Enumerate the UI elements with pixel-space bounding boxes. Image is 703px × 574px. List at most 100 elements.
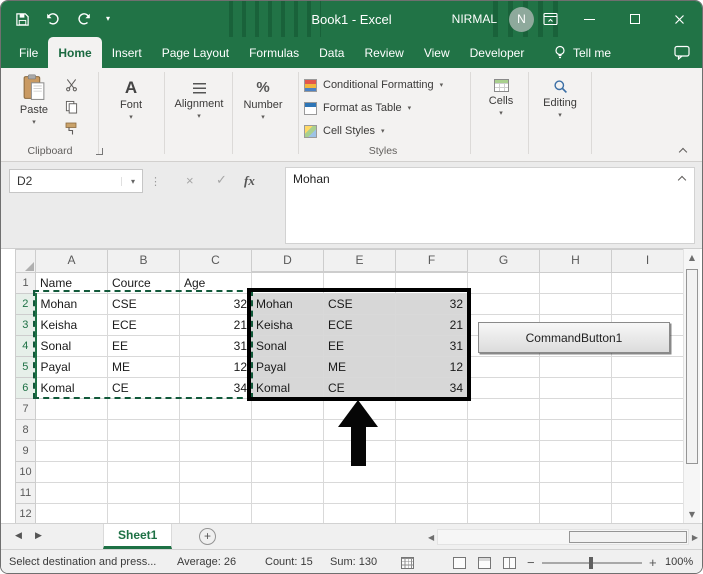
cell-D1[interactable] [251,271,324,294]
vertical-scrollbar-thumb[interactable] [686,269,698,464]
cell-A6[interactable]: Komal [35,376,108,399]
cell-C2[interactable]: 32 [179,292,252,315]
cell-F4[interactable]: 31 [395,334,468,357]
cell-B9[interactable] [107,439,180,462]
horizontal-scrollbar[interactable]: ◀ ▶ [428,529,698,545]
cell-E12[interactable] [323,502,396,523]
scroll-left-icon[interactable]: ◀ [428,533,434,542]
cell-H5[interactable] [539,355,612,378]
cell-H6[interactable] [539,376,612,399]
page-layout-view-icon[interactable] [478,557,491,569]
cell-D7[interactable] [251,397,324,420]
cell-D11[interactable] [251,481,324,504]
column-header-I[interactable]: I [611,249,684,273]
row-header-11[interactable]: 11 [15,481,36,504]
cell-A9[interactable] [35,439,108,462]
add-sheet-button[interactable]: + [199,528,216,545]
cell-D5[interactable]: Payal [251,355,324,378]
styles-button-cell-styles[interactable]: Cell Styles ▾ [304,121,443,141]
sheet-tab-sheet1[interactable]: Sheet1 [103,524,173,549]
row-header-1[interactable]: 1 [15,271,36,294]
maximize-button[interactable] [612,1,657,37]
cell-H12[interactable] [539,502,612,523]
font-menu-button[interactable]: A Font ▾ [105,79,157,121]
cell-I2[interactable] [611,292,684,315]
cell-B7[interactable] [107,397,180,420]
cell-C9[interactable] [179,439,252,462]
cell-I12[interactable] [611,502,684,523]
name-box[interactable]: D2 ▾ [9,169,143,193]
cell-I6[interactable] [611,376,684,399]
cell-D10[interactable] [251,460,324,483]
cell-C1[interactable]: Age [179,271,252,294]
cell-E3[interactable]: ECE [323,313,396,336]
cell-G1[interactable] [467,271,540,294]
cell-I10[interactable] [611,460,684,483]
cell-G7[interactable] [467,397,540,420]
row-header-2[interactable]: 2 [15,292,37,315]
cell-C6[interactable]: 34 [179,376,252,399]
tab-review[interactable]: Review [354,37,413,68]
cell-E5[interactable]: ME [323,355,396,378]
format-painter-button[interactable] [61,121,81,137]
clipboard-dialog-launcher[interactable] [96,148,103,155]
cell-B5[interactable]: ME [107,355,180,378]
column-header-C[interactable]: C [179,249,252,273]
tell-me-box[interactable]: Tell me [553,37,611,68]
formula-input[interactable]: Mohan [285,167,695,244]
tab-page-layout[interactable]: Page Layout [152,37,239,68]
cell-I5[interactable] [611,355,684,378]
page-break-view-icon[interactable] [503,557,516,569]
column-header-G[interactable]: G [467,249,540,273]
zoom-out-button[interactable]: − [527,555,535,570]
zoom-slider-thumb[interactable] [589,557,593,569]
cell-A1[interactable]: Name [35,271,108,294]
cell-I8[interactable] [611,418,684,441]
cell-B2[interactable]: CSE [107,292,180,315]
close-button[interactable] [657,1,702,37]
tab-home[interactable]: Home [48,37,102,68]
cell-C8[interactable] [179,418,252,441]
tab-view[interactable]: View [414,37,460,68]
cell-D2[interactable]: Mohan [251,292,324,315]
cell-A10[interactable] [35,460,108,483]
normal-view-icon[interactable] [453,557,466,569]
cell-A7[interactable] [35,397,108,420]
tab-file[interactable]: File [9,37,48,68]
cell-F9[interactable] [395,439,468,462]
cell-E4[interactable]: EE [323,334,396,357]
cell-F1[interactable] [395,271,468,294]
column-header-B[interactable]: B [107,249,180,273]
minimize-button[interactable] [567,1,612,37]
tab-developer[interactable]: Developer [460,37,535,68]
cell-C10[interactable] [179,460,252,483]
row-header-5[interactable]: 5 [15,355,37,378]
row-header-10[interactable]: 10 [15,460,36,483]
horizontal-scrollbar-track[interactable] [437,529,689,545]
comment-icon[interactable] [674,45,690,65]
cell-D9[interactable] [251,439,324,462]
paste-button[interactable]: Paste ▾ [11,74,57,126]
cell-F11[interactable] [395,481,468,504]
cell-C12[interactable] [179,502,252,523]
cut-button[interactable] [61,77,81,93]
cell-B3[interactable]: ECE [107,313,180,336]
name-box-resizer[interactable]: ⋮ [150,175,161,188]
cell-B4[interactable]: EE [107,334,180,357]
ribbon-display-options-button[interactable] [543,12,558,31]
cell-B10[interactable] [107,460,180,483]
cell-H7[interactable] [539,397,612,420]
column-header-E[interactable]: E [323,249,396,273]
horizontal-scrollbar-thumb[interactable] [568,531,687,543]
cell-H11[interactable] [539,481,612,504]
cell-E1[interactable] [323,271,396,294]
cell-E6[interactable]: CE [323,376,396,399]
zoom-in-button[interactable]: + [649,555,657,570]
cell-G8[interactable] [467,418,540,441]
cell-G11[interactable] [467,481,540,504]
cell-D3[interactable]: Keisha [251,313,324,336]
cell-F12[interactable] [395,502,468,523]
cell-G10[interactable] [467,460,540,483]
cell-F3[interactable]: 21 [395,313,468,336]
cell-H10[interactable] [539,460,612,483]
